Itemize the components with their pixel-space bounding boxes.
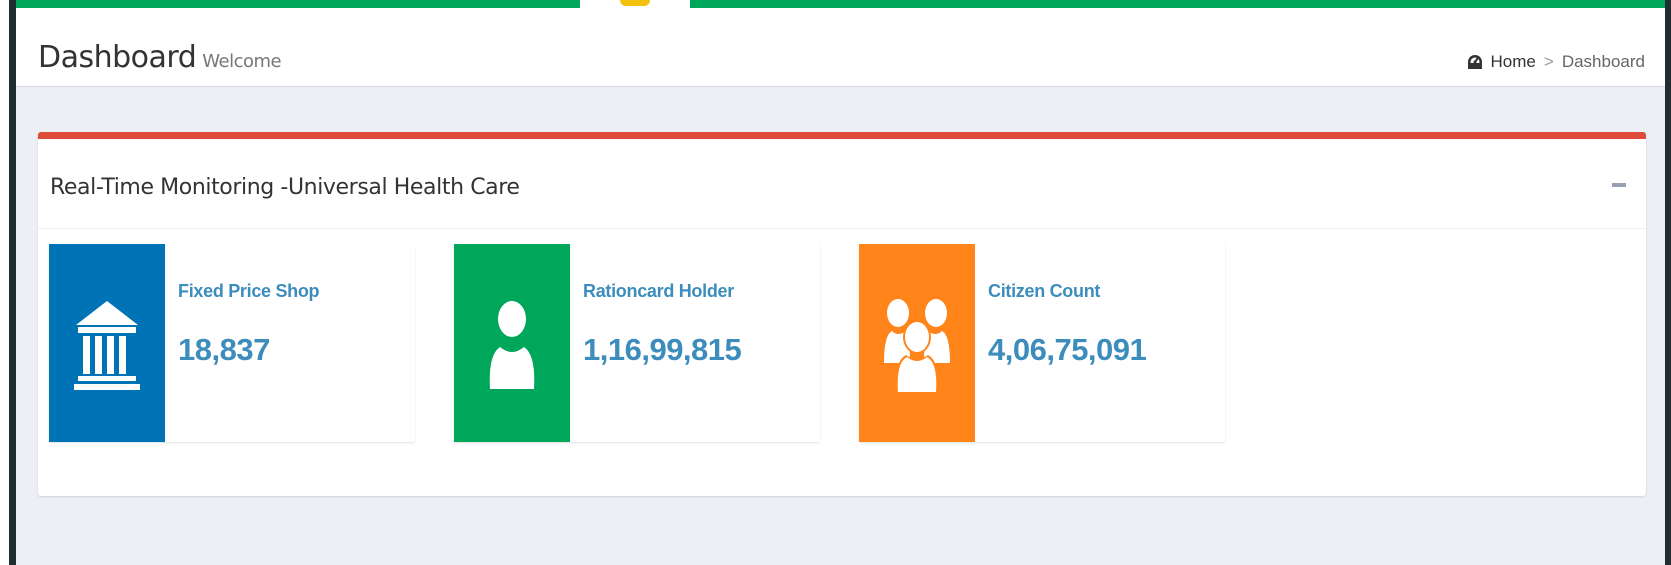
info-box-label[interactable]: Citizen Count xyxy=(988,281,1100,302)
top-navbar-strip xyxy=(16,0,1665,8)
info-box-number: 18,837 xyxy=(178,332,270,367)
info-box-label[interactable]: Fixed Price Shop xyxy=(178,281,320,302)
logo-emblem-icon xyxy=(620,0,650,6)
info-box-number: 4,06,75,091 xyxy=(988,332,1147,367)
bank-icon xyxy=(74,301,140,390)
info-box-icon-bg xyxy=(454,244,570,442)
sidebar-edge xyxy=(9,0,16,565)
page-subtitle: Welcome xyxy=(202,51,282,72)
info-box-label[interactable]: Rationcard Holder xyxy=(583,281,734,302)
user-icon xyxy=(489,301,535,389)
content-header: Dashboard Welcome Home > Dashboard xyxy=(16,8,1665,87)
info-box-number: 1,16,99,815 xyxy=(583,332,742,367)
breadcrumb-home-link[interactable]: Home xyxy=(1491,52,1536,72)
info-box-content: Citizen Count 4,06,75,091 xyxy=(988,244,1225,442)
page-title-text: Dashboard xyxy=(38,40,197,75)
scrollbar-edge xyxy=(1665,0,1671,565)
info-box-citizen-count: Citizen Count 4,06,75,091 xyxy=(859,244,1225,442)
breadcrumb-current: Dashboard xyxy=(1561,52,1645,71)
breadcrumb: Home > Dashboard xyxy=(1467,52,1645,72)
left-edge xyxy=(0,0,16,565)
info-box-content: Fixed Price Shop 18,837 xyxy=(178,244,415,442)
breadcrumb-separator: > xyxy=(1543,52,1554,71)
info-box-content: Rationcard Holder 1,16,99,815 xyxy=(583,244,820,442)
users-icon xyxy=(884,299,950,393)
page-title: Dashboard Welcome xyxy=(38,40,282,75)
dashboard-icon xyxy=(1467,55,1482,69)
info-box-icon-bg xyxy=(49,244,165,442)
panel-header: Real-Time Monitoring -Universal Health C… xyxy=(38,139,1646,229)
minus-icon[interactable] xyxy=(1612,183,1626,187)
panel-title: Real-Time Monitoring -Universal Health C… xyxy=(50,175,520,200)
monitoring-panel: Real-Time Monitoring -Universal Health C… xyxy=(38,132,1646,496)
info-box-icon-bg xyxy=(859,244,975,442)
info-box-fixed-price-shop: Fixed Price Shop 18,837 xyxy=(49,244,415,442)
info-box-rationcard-holder: Rationcard Holder 1,16,99,815 xyxy=(454,244,820,442)
